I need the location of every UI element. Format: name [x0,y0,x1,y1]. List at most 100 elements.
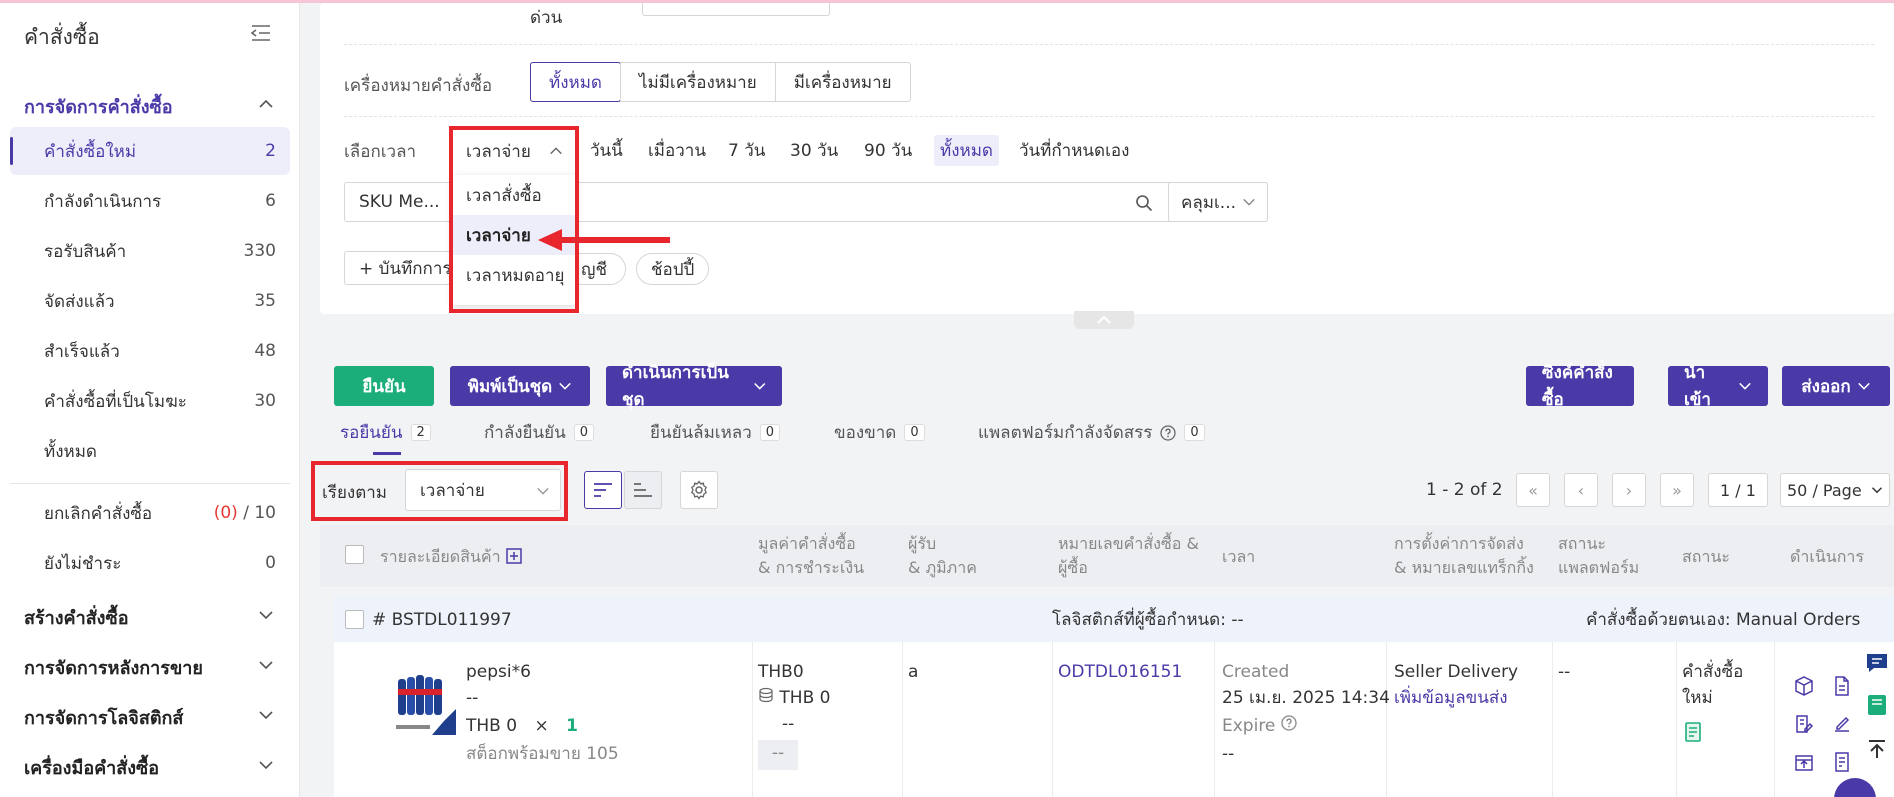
edit-icon[interactable] [1832,714,1852,734]
order-type: คำสั่งซื้อด้วยตนเอง: Manual Orders [1586,610,1861,630]
pagination-range: 1 - 2 of 2 [1426,480,1503,500]
first-page-button[interactable]: « [1516,473,1550,507]
shopee-filter-pill[interactable]: ช้อปปี้ [636,253,710,285]
sidebar-item-cancel-orders[interactable]: ยกเลิกคำสั่งซื้อ (0) / 10 [10,489,290,537]
add-shipping-info-link[interactable]: เพิ่มข้อมูลขนส่ง [1394,685,1508,711]
chevron-down-icon [1243,198,1255,206]
tab-pending-confirm[interactable]: รอยืนยัน 2 [340,419,431,446]
package-icon[interactable] [1794,676,1814,696]
next-page-button[interactable]: › [1612,473,1646,507]
process-batch-button[interactable]: ดำเนินการเป็นชุด [606,363,782,410]
chevron-down-icon [753,382,765,390]
sidebar-item-awaiting-pickup[interactable]: รอรับสินค้า 330 [10,227,290,275]
th-status: สถานะ [1682,547,1730,566]
chevron-down-icon[interactable] [258,757,274,773]
upload-box-icon[interactable] [1794,752,1814,772]
list-edit-icon[interactable] [1794,714,1814,734]
order-status: คำสั่งซื้อใหม่ [1682,662,1744,708]
page-indicator[interactable]: 1 / 1 [1708,473,1768,507]
help-icon[interactable] [1281,715,1297,731]
chevron-down-icon[interactable] [258,607,274,623]
sort-asc-button[interactable] [624,471,662,509]
expire-label: Expire [1222,713,1297,739]
last-page-button[interactable]: » [1660,473,1694,507]
shipping-method: Seller Delivery [1394,662,1519,682]
sidebar-item-completed[interactable]: สำเร็จแล้ว 48 [10,327,290,375]
time-select-label: เลือกเวลา [344,142,417,162]
time-custom[interactable]: วันที่กำหนดเอง [1019,137,1129,164]
th-product: รายละเอียดสินค้า [380,547,501,566]
sidebar-section-after-sales[interactable]: การจัดการหลังการขาย [24,653,203,682]
time-90-days[interactable]: 90 วัน [864,137,912,164]
order-number-link[interactable]: ODTDL016151 [1058,659,1182,685]
mark-all-option[interactable]: ทั้งหมด [530,62,621,102]
tab-out-of-stock[interactable]: ของขาด 0 [834,419,925,446]
time-today[interactable]: วันนี้ [590,137,623,164]
chevron-down-icon[interactable] [258,657,274,673]
export-button[interactable]: ส่งออก [1782,366,1890,406]
chevron-down-icon[interactable] [258,707,274,723]
sidebar-section-order-tools[interactable]: เครื่องมือคำสั่งซื้อ [24,753,159,782]
document-icon[interactable] [1832,676,1852,696]
search-icon[interactable] [1135,194,1153,212]
order-id: # BSTDL011997 [372,610,512,630]
per-page-select[interactable]: 50 / Page [1780,473,1890,507]
sync-orders-button[interactable]: ซิงค์คำสั่งซื้อ [1526,363,1634,410]
sidebar-section-order-management[interactable]: การจัดการคำสั่งซื้อ [24,92,173,121]
time-30-days[interactable]: 30 วัน [790,137,838,164]
sidebar-item-processing[interactable]: กำลังดำเนินการ 6 [10,177,290,225]
collapse-menu-icon[interactable] [250,23,272,43]
import-button[interactable]: นำเข้า [1668,363,1768,410]
order-mark-label: เครื่องหมายคำสั่งซื้อ [344,76,493,96]
chevron-down-icon [1739,382,1751,390]
chat-icon[interactable] [1864,650,1890,676]
print-batch-button[interactable]: พิมพ์เป็นชุด [450,366,590,406]
sort-desc-icon [594,483,612,497]
back-to-top-icon[interactable] [1864,736,1890,762]
order-checkbox[interactable] [345,610,364,629]
product-price-line: THB 0 × 1 [466,716,578,736]
sidebar: คำสั่งซื้อ การจัดการคำสั่งซื้อ คำสั่งซื้… [0,3,300,797]
order-value: THB0 [758,662,804,682]
sidebar-section-logistics[interactable]: การจัดการโลจิสติกส์ [24,703,183,732]
sidebar-item-all[interactable]: ทั้งหมด [10,427,290,475]
sidebar-item-new-orders[interactable]: คำสั่งซื้อใหม่ 2 [10,127,290,175]
book-icon[interactable] [1864,692,1890,718]
tab-platform-allocating[interactable]: แพลตฟอร์มกำลังจัดสรร 0 [978,419,1205,446]
help-icon[interactable] [1160,424,1177,441]
expand-plus-icon[interactable] [506,548,522,564]
tab-confirm-failed[interactable]: ยืนยันล้มเหลว 0 [650,419,781,446]
th-platform-status: สถานะ แพลตฟอร์ม [1558,534,1640,577]
mark-none-option[interactable]: ไม่มีเครื่องหมาย [619,63,775,101]
available-stock: สต็อกพร้อมขาย 105 [466,744,619,764]
collapse-filter-tab[interactable] [1074,311,1134,329]
red-arrow-annotation [538,229,670,251]
chevron-up-icon[interactable] [258,96,274,112]
product-image[interactable] [392,665,456,735]
order-note-icon[interactable] [1684,722,1702,742]
time-7-days[interactable]: 7 วัน [728,137,765,164]
mark-has-option[interactable]: มีเครื่องหมาย [774,63,910,101]
settings-button[interactable] [680,471,718,509]
select-all-checkbox[interactable] [345,545,364,564]
product-name[interactable]: pepsi*6 [466,659,531,685]
highlight-box [449,126,579,313]
time-yesterday[interactable]: เมื่อวาน [648,137,706,164]
tab-confirming[interactable]: กำลังยืนยัน 0 [484,419,595,446]
prev-page-button[interactable]: ‹ [1564,473,1598,507]
time-all[interactable]: ทั้งหมด [934,135,999,166]
checklist-icon[interactable] [1832,752,1852,772]
sidebar-section-create-order[interactable]: สร้างคำสั่งซื้อ [24,603,129,632]
sort-desc-button[interactable] [584,471,622,509]
th-order-number: หมายเลขคำสั่งซื้อ & ผู้ซื้อ [1058,534,1199,577]
sidebar-item-unpaid[interactable]: ยังไม่ชำระ 0 [10,539,290,587]
th-time: เวลา [1222,547,1256,566]
chevron-up-icon [1097,315,1111,324]
confirm-button[interactable]: ยืนยัน [334,366,434,406]
expire-value: -- [1222,744,1235,764]
th-shipping: การตั้งค่าการจัดส่ง & หมายเลขแทร็กกิ้ง [1394,534,1534,577]
sidebar-item-shipped[interactable]: จัดส่งแล้ว 35 [10,277,290,325]
sidebar-item-void[interactable]: คำสั่งซื้อที่เป็นโมฆะ 30 [10,377,290,425]
fuzzy-match-select[interactable]: คลุมเ... [1168,182,1268,222]
urgent-input[interactable] [642,3,830,16]
